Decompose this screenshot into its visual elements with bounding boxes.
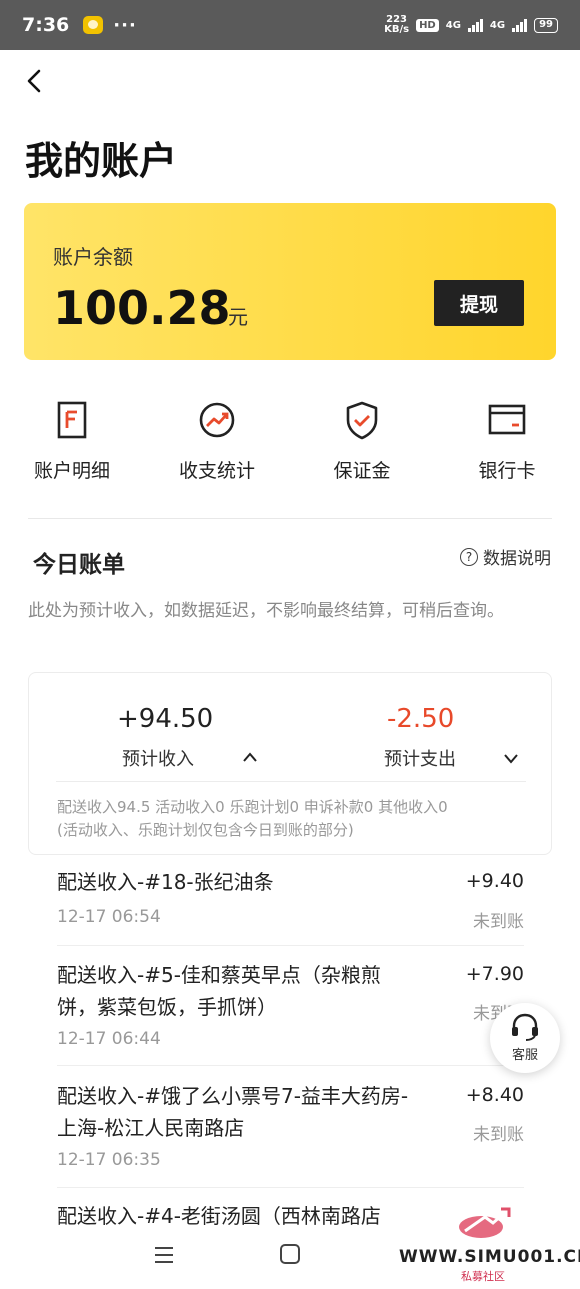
battery-icon: 99 xyxy=(534,17,558,33)
status-time: 7:36 xyxy=(22,14,70,36)
transaction-time: 12-17 06:44 xyxy=(57,1029,161,1049)
divider xyxy=(28,518,552,519)
more-notifications-icon: ··· xyxy=(113,14,137,36)
network-speed: 223 KB/s xyxy=(384,15,409,35)
watermark-site: WWW.SIMU001.CN xyxy=(399,1247,580,1267)
menu-icon[interactable] xyxy=(154,1246,174,1264)
menu-label: 账户明细 xyxy=(33,460,110,482)
income-breakdown-note: (活动收入、乐跑计划仅包含今日到账的部分) xyxy=(57,821,354,839)
status-right: 223 KB/s HD 4G 4G 99 xyxy=(384,15,558,35)
chevron-up-icon[interactable] xyxy=(242,751,258,763)
summary-card: +94.50 -2.50 预计收入 预计支出 配送收入94.5 活动收入0 乐跑… xyxy=(28,672,552,855)
network-type-1: 4G xyxy=(445,19,461,31)
app-notification-icon xyxy=(83,16,104,34)
income-breakdown: 配送收入94.5 活动收入0 乐跑计划0 申诉补款0 其他收入0 (活动收入、乐… xyxy=(57,796,527,842)
network-speed-unit: KB/s xyxy=(384,24,410,35)
balance-label: 账户余额 xyxy=(53,245,133,269)
page-title: 我的账户 xyxy=(25,139,178,183)
transaction-row[interactable]: 配送收入-#18-张纪油条 +9.40 12-17 06:54 未到账 xyxy=(57,866,524,946)
data-explanation-link[interactable]: ? 数据说明 xyxy=(460,544,551,569)
shield-check-icon xyxy=(346,401,378,440)
signal-icon-2 xyxy=(512,18,528,32)
network-type-2: 4G xyxy=(489,19,506,31)
chart-trend-icon xyxy=(199,402,235,438)
menu-item-statistics[interactable]: 收支统计 xyxy=(162,398,272,483)
expected-income-label: 预计收入 xyxy=(122,749,194,770)
chevron-left-icon xyxy=(27,69,41,93)
transaction-status: 未到账 xyxy=(473,1125,524,1145)
account-menu: 账户明细 收支统计 保证金 银行卡 xyxy=(0,398,580,488)
transaction-status: 未到账 xyxy=(473,912,524,932)
hd-voice-icon: HD xyxy=(416,18,439,32)
home-icon[interactable] xyxy=(280,1244,300,1264)
balance-amount: 100.28 xyxy=(53,281,231,335)
income-breakdown-line: 配送收入94.5 活动收入0 乐跑计划0 申诉补款0 其他收入0 xyxy=(57,798,448,816)
menu-label: 收支统计 xyxy=(178,460,255,482)
menu-label: 保证金 xyxy=(333,460,391,482)
data-explanation-label: 数据说明 xyxy=(483,549,551,569)
menu-item-account-details[interactable]: 账户明细 xyxy=(17,398,127,483)
today-bill-title: 今日账单 xyxy=(33,552,125,578)
headset-icon xyxy=(512,1013,538,1041)
bill-notice: 此处为预计收入，如数据延迟，不影响最终结算，可稍后查询。 xyxy=(28,601,504,621)
status-bar: 7:36 ··· 223 KB/s HD 4G 4G 99 xyxy=(0,0,580,50)
transaction-row[interactable]: 配送收入-#5-佳和蔡英早点（杂粮煎饼，紫菜包饭，手抓饼） +7.90 12-1… xyxy=(57,959,524,1066)
document-icon xyxy=(57,401,87,439)
transaction-time: 12-17 06:54 xyxy=(57,907,161,927)
balance-card: 账户余额 100.28 元 提现 xyxy=(24,203,556,360)
back-button[interactable] xyxy=(22,68,48,94)
signal-icon xyxy=(467,18,483,32)
summary-divider xyxy=(56,781,526,782)
watermark-logo xyxy=(459,1207,511,1238)
question-icon: ? xyxy=(460,547,478,566)
transaction-amount: +7.90 xyxy=(465,963,524,985)
expected-expense-label: 预计支出 xyxy=(384,749,456,770)
watermark-sub: 私募社区 xyxy=(461,1270,505,1283)
menu-item-bank-card[interactable]: 银行卡 xyxy=(452,398,562,483)
transaction-name: 配送收入-#5-佳和蔡英早点（杂粮煎饼，紫菜包饭，手抓饼） xyxy=(57,963,381,1019)
transaction-name: 配送收入-#饿了么小票号7-益丰大药房-上海-松江人民南路店 xyxy=(57,1084,409,1140)
menu-label: 银行卡 xyxy=(478,460,536,482)
customer-service-label: 客服 xyxy=(511,1048,538,1063)
expected-income-amount: +94.50 xyxy=(117,704,214,734)
transaction-time: 12-17 06:35 xyxy=(57,1150,161,1170)
transaction-amount: +8.40 xyxy=(465,1084,524,1106)
withdraw-button[interactable]: 提现 xyxy=(434,280,524,326)
customer-service-button[interactable]: 客服 xyxy=(490,1003,560,1073)
menu-item-deposit[interactable]: 保证金 xyxy=(307,398,417,483)
transaction-name: 配送收入-#4-老街汤圆（西林南路店 xyxy=(57,1204,381,1226)
transaction-row[interactable]: 配送收入-#饿了么小票号7-益丰大药房-上海-松江人民南路店 +8.40 12-… xyxy=(57,1080,524,1188)
expected-expense-amount: -2.50 xyxy=(387,704,455,734)
transaction-amount: +9.40 xyxy=(465,870,524,892)
transaction-name: 配送收入-#18-张纪油条 xyxy=(57,870,274,894)
watermark: WWW.SIMU001.CN 私募社区 xyxy=(399,1205,580,1285)
chevron-down-icon[interactable] xyxy=(503,753,519,765)
balance-unit: 元 xyxy=(228,305,248,329)
bank-card-icon xyxy=(488,404,526,435)
